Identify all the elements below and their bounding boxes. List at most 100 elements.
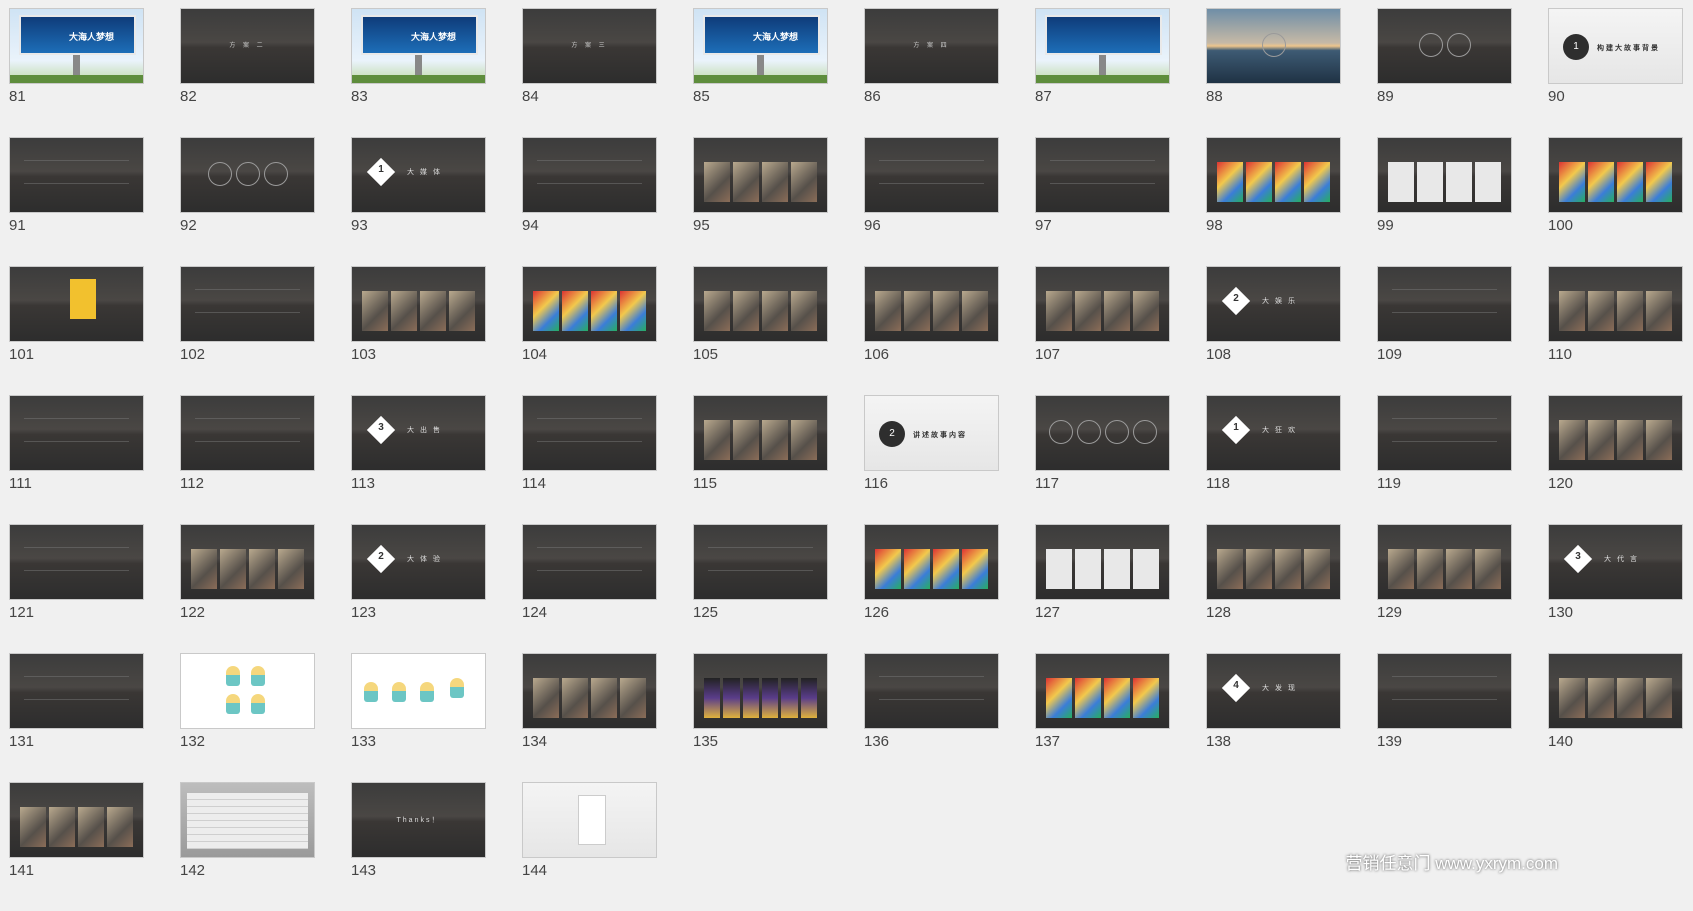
slide-thumbnail[interactable] xyxy=(180,524,315,600)
slide-thumbnail[interactable] xyxy=(9,782,144,858)
slide-thumbnail[interactable] xyxy=(1035,8,1170,84)
slide-thumbnail-cell[interactable]: 101 xyxy=(9,266,144,395)
slide-thumbnail-cell[interactable]: 1 大狂欢 118 xyxy=(1206,395,1341,524)
slide-thumbnail-cell[interactable]: 133 xyxy=(351,653,486,782)
slide-thumbnail[interactable] xyxy=(693,524,828,600)
slide-thumbnail[interactable] xyxy=(864,653,999,729)
slide-thumbnail-cell[interactable]: 110 xyxy=(1548,266,1683,395)
slide-thumbnail-cell[interactable]: 96 xyxy=(864,137,999,266)
slide-thumbnail-cell[interactable]: 127 xyxy=(1035,524,1170,653)
slide-thumbnail-cell[interactable]: 方 案 三 84 xyxy=(522,8,657,137)
slide-thumbnail-cell[interactable]: 107 xyxy=(1035,266,1170,395)
slide-thumbnail-cell[interactable]: 2 大体验 123 xyxy=(351,524,486,653)
slide-thumbnail[interactable] xyxy=(1035,266,1170,342)
slide-thumbnail[interactable] xyxy=(180,782,315,858)
slide-thumbnail-cell[interactable]: 98 xyxy=(1206,137,1341,266)
slide-thumbnail-cell[interactable]: 88 xyxy=(1206,8,1341,137)
slide-thumbnail-cell[interactable]: 137 xyxy=(1035,653,1170,782)
slide-thumbnail[interactable] xyxy=(693,266,828,342)
slide-thumbnail[interactable] xyxy=(180,653,315,729)
slide-thumbnail[interactable] xyxy=(693,137,828,213)
slide-thumbnail-cell[interactable]: 121 xyxy=(9,524,144,653)
slide-thumbnail-cell[interactable]: 142 xyxy=(180,782,315,911)
slide-thumbnail[interactable] xyxy=(180,395,315,471)
slide-thumbnail-cell[interactable]: 114 xyxy=(522,395,657,524)
slide-thumbnail[interactable] xyxy=(1377,395,1512,471)
slide-thumbnail[interactable] xyxy=(9,266,144,342)
slide-thumbnail-cell[interactable]: 129 xyxy=(1377,524,1512,653)
slide-thumbnail-cell[interactable]: 99 xyxy=(1377,137,1512,266)
slide-thumbnail[interactable] xyxy=(522,137,657,213)
slide-thumbnail-cell[interactable]: 3 大代言 130 xyxy=(1548,524,1683,653)
slide-thumbnail[interactable] xyxy=(693,653,828,729)
slide-thumbnail[interactable]: 3 大代言 xyxy=(1548,524,1683,600)
slide-thumbnail[interactable] xyxy=(9,137,144,213)
slide-thumbnail[interactable]: 大海人梦想 xyxy=(351,8,486,84)
slide-thumbnail-cell[interactable]: 大海人梦想 85 xyxy=(693,8,828,137)
slide-thumbnail[interactable] xyxy=(1377,137,1512,213)
slide-thumbnail-cell[interactable]: 115 xyxy=(693,395,828,524)
slide-thumbnail-cell[interactable]: 大海人梦想 81 xyxy=(9,8,144,137)
slide-thumbnail-cell[interactable]: 131 xyxy=(9,653,144,782)
slide-thumbnail[interactable] xyxy=(1548,266,1683,342)
slide-thumbnail[interactable] xyxy=(693,395,828,471)
slide-thumbnail[interactable] xyxy=(1035,395,1170,471)
slide-thumbnail[interactable]: 大海人梦想 xyxy=(9,8,144,84)
slide-thumbnail-cell[interactable]: Thanks！ 143 xyxy=(351,782,486,911)
slide-thumbnail[interactable]: 大海人梦想 xyxy=(693,8,828,84)
slide-thumbnail-cell[interactable]: 144 xyxy=(522,782,657,911)
slide-thumbnail[interactable]: 1 大媒体 xyxy=(351,137,486,213)
slide-thumbnail[interactable] xyxy=(1548,653,1683,729)
slide-thumbnail-cell[interactable]: 109 xyxy=(1377,266,1512,395)
slide-thumbnail-cell[interactable]: 大海人梦想 83 xyxy=(351,8,486,137)
slide-thumbnail[interactable] xyxy=(1377,8,1512,84)
slide-thumbnail[interactable]: 方 案 四 xyxy=(864,8,999,84)
slide-thumbnail-cell[interactable]: 122 xyxy=(180,524,315,653)
slide-thumbnail-cell[interactable]: 103 xyxy=(351,266,486,395)
slide-thumbnail-cell[interactable]: 128 xyxy=(1206,524,1341,653)
slide-thumbnail[interactable] xyxy=(1206,8,1341,84)
slide-thumbnail[interactable] xyxy=(351,653,486,729)
slide-thumbnail[interactable]: 1 大狂欢 xyxy=(1206,395,1341,471)
slide-thumbnail[interactable] xyxy=(522,395,657,471)
slide-thumbnail[interactable] xyxy=(180,137,315,213)
slide-thumbnail[interactable] xyxy=(9,653,144,729)
slide-thumbnail[interactable]: 2 大体验 xyxy=(351,524,486,600)
slide-thumbnail[interactable]: 2 大娱乐 xyxy=(1206,266,1341,342)
slide-thumbnail-cell[interactable]: 136 xyxy=(864,653,999,782)
slide-thumbnail-cell[interactable]: 139 xyxy=(1377,653,1512,782)
slide-thumbnail-cell[interactable]: 100 xyxy=(1548,137,1683,266)
slide-thumbnail-cell[interactable]: 124 xyxy=(522,524,657,653)
slide-thumbnail-cell[interactable]: 111 xyxy=(9,395,144,524)
slide-thumbnail-cell[interactable]: 89 xyxy=(1377,8,1512,137)
slide-thumbnail-cell[interactable]: 3 大出售 113 xyxy=(351,395,486,524)
slide-thumbnail-cell[interactable]: 125 xyxy=(693,524,828,653)
slide-thumbnail[interactable] xyxy=(1377,266,1512,342)
slide-thumbnail-cell[interactable]: 4 大发现 138 xyxy=(1206,653,1341,782)
slide-thumbnail[interactable]: 3 大出售 xyxy=(351,395,486,471)
slide-thumbnail-cell[interactable]: 106 xyxy=(864,266,999,395)
slide-thumbnail-cell[interactable]: 方 案 四 86 xyxy=(864,8,999,137)
slide-thumbnail-cell[interactable]: 104 xyxy=(522,266,657,395)
slide-thumbnail[interactable] xyxy=(1548,137,1683,213)
slide-thumbnail[interactable] xyxy=(351,266,486,342)
slide-thumbnail-cell[interactable]: 102 xyxy=(180,266,315,395)
slide-thumbnail-cell[interactable]: 97 xyxy=(1035,137,1170,266)
slide-thumbnail-cell[interactable]: 94 xyxy=(522,137,657,266)
slide-thumbnail[interactable]: 方 案 二 xyxy=(180,8,315,84)
slide-thumbnail[interactable]: 4 大发现 xyxy=(1206,653,1341,729)
slide-thumbnail[interactable]: 1 构建大故事背景 xyxy=(1548,8,1683,84)
slide-thumbnail-cell[interactable]: 2 大娱乐 108 xyxy=(1206,266,1341,395)
slide-thumbnail[interactable] xyxy=(9,524,144,600)
slide-thumbnail[interactable] xyxy=(1548,395,1683,471)
slide-thumbnail[interactable] xyxy=(1377,524,1512,600)
slide-thumbnail[interactable] xyxy=(1035,524,1170,600)
slide-thumbnail[interactable]: 2 讲述故事内容 xyxy=(864,395,999,471)
slide-thumbnail[interactable] xyxy=(1035,137,1170,213)
slide-thumbnail-cell[interactable]: 1 构建大故事背景 90 xyxy=(1548,8,1683,137)
slide-thumbnail[interactable] xyxy=(1035,653,1170,729)
slide-thumbnail-cell[interactable]: 119 xyxy=(1377,395,1512,524)
slide-thumbnail[interactable] xyxy=(864,266,999,342)
slide-thumbnail[interactable] xyxy=(1377,653,1512,729)
slide-thumbnail[interactable]: Thanks！ xyxy=(351,782,486,858)
